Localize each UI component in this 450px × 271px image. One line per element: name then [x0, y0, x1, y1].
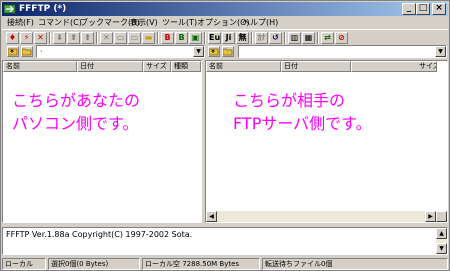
refresh-both-icon[interactable]: B [161, 32, 174, 44]
column-size[interactable]: サイズ [351, 61, 437, 72]
scroll-down-icon[interactable]: ▼ [436, 243, 447, 254]
refresh-local-icon[interactable]: B [175, 32, 188, 44]
scroll-up-icon[interactable]: ▲ [436, 228, 447, 239]
kana-icon[interactable]: ｶﾅ [255, 32, 268, 44]
remote-file-list[interactable]: 名前 日付 サイズ こちらが相手の FTPサーバ側です。 ◀ ▶ [205, 60, 448, 223]
local-path-combo[interactable]: · ▼ [36, 45, 205, 58]
scroll-right-icon[interactable]: ▶ [425, 211, 436, 222]
log-text: FFFTP Ver.1.88a Copyright(C) 1997-2002 S… [6, 230, 193, 239]
app-icon [4, 4, 16, 14]
remote-folder-up-icon[interactable] [208, 46, 220, 57]
rename-icon[interactable]: ▭ [114, 32, 127, 44]
euc-icon[interactable]: Eu [208, 32, 221, 44]
chevron-down-icon[interactable]: ▼ [435, 46, 446, 57]
download-icon[interactable]: ⬇ [53, 32, 66, 44]
no-convert-icon[interactable]: 無 [236, 32, 249, 44]
column-date[interactable]: 日付 [77, 61, 143, 72]
column-size[interactable]: サイズ [143, 61, 171, 72]
horizontal-scrollbar[interactable]: ◀ ▶ [206, 211, 447, 222]
sync-icon[interactable]: ⇄ [321, 32, 334, 44]
download-name-icon[interactable]: ⬆ [81, 32, 94, 44]
column-date[interactable]: 日付 [281, 61, 351, 72]
remote-note-line1: こちらが相手の [233, 91, 346, 110]
column-name[interactable]: 名前 [3, 61, 77, 72]
local-note-line2: パソコン側です。 [12, 114, 139, 133]
toolbar-separator [284, 32, 286, 44]
stop-icon[interactable]: ⊘ [335, 32, 348, 44]
menu-view[interactable]: 表示(V) [130, 17, 158, 28]
log-panel[interactable]: FFFTP Ver.1.88a Copyright(C) 1997-2002 S… [2, 227, 448, 255]
local-note-line1: こちらがあなたの [12, 91, 141, 110]
status-free-space: ローカル空 7288.50M Bytes [142, 258, 260, 270]
jis-icon[interactable]: Ji [222, 32, 235, 44]
local-file-list[interactable]: 名前 日付 サイズ 種類 こちらがあなたの パソコン側です。 [2, 60, 202, 223]
scroll-left-icon[interactable]: ◀ [206, 211, 217, 222]
menu-connect[interactable]: 接続(F) [7, 17, 34, 28]
scroll-corner [436, 211, 447, 222]
remote-note-line2: FTPサーバ側です。 [233, 114, 372, 133]
local-path-bar: · ▼ [2, 45, 207, 59]
toolbar-separator [204, 32, 206, 44]
upload-icon[interactable]: ⬆ [67, 32, 80, 44]
window-title: FFFTP (*) [19, 4, 67, 14]
connect-icon[interactable]: ♦ [6, 32, 19, 44]
status-bar: ローカル 選択0個(0 Bytes) ローカル空 7288.50M Bytes … [2, 258, 448, 270]
status-queue: 転送待ちファイル0個 [262, 258, 448, 270]
local-folder-open-icon[interactable] [21, 46, 33, 57]
rotate-icon[interactable]: ↺ [269, 32, 282, 44]
toolbar-separator [251, 32, 253, 44]
title-bar: FFFTP (*) _ □ × [2, 2, 448, 16]
local-folder-up-icon[interactable] [7, 46, 19, 57]
menu-help[interactable]: ヘルプ(H) [242, 17, 278, 28]
folder-up-icon[interactable]: ▬ [142, 32, 155, 44]
minimize-button[interactable]: _ [402, 3, 416, 15]
list-view-icon[interactable]: ▥ [288, 32, 301, 44]
remote-path-combo[interactable]: ▼ [238, 45, 447, 58]
toolbar: ♦ ⚡ ✕ ⬇ ⬆ ⬆ ✕ ▭ ▭ ▬ B B ▣ Eu Ji 無 ｶﾅ ↺ ▥… [2, 29, 448, 45]
delete-icon[interactable]: ✕ [100, 32, 113, 44]
column-name[interactable]: 名前 [206, 61, 281, 72]
menu-bar: 接続(F) コマンド(C) ブックマーク(B) 表示(V) ツール(T) オプシ… [2, 16, 448, 29]
refresh-remote-icon[interactable]: ▣ [189, 32, 202, 44]
app-window: FFFTP (*) _ □ × 接続(F) コマンド(C) ブックマーク(B) … [0, 0, 450, 271]
chevron-down-icon[interactable]: ▼ [193, 46, 204, 57]
toolbar-separator [157, 32, 159, 44]
status-selected: 選択0個(0 Bytes) [48, 258, 140, 270]
quick-connect-icon[interactable]: ⚡ [20, 32, 33, 44]
toolbar-separator [49, 32, 51, 44]
menu-command[interactable]: コマンド(C) [38, 17, 82, 28]
remote-folder-open-icon[interactable] [222, 46, 234, 57]
vertical-scrollbar[interactable]: ▲ ▼ [436, 228, 447, 254]
close-button[interactable]: × [432, 3, 446, 15]
column-type[interactable]: 種類 [171, 61, 201, 72]
toolbar-separator [96, 32, 98, 44]
remote-path-bar: ▼ [206, 45, 450, 59]
toolbar-separator [317, 32, 319, 44]
disconnect-icon[interactable]: ✕ [34, 32, 47, 44]
local-path-text: · [40, 47, 43, 56]
detail-view-icon[interactable]: ▦ [302, 32, 315, 44]
mkdir-icon[interactable]: ▭ [128, 32, 141, 44]
maximize-button[interactable]: □ [416, 3, 430, 15]
menu-tools[interactable]: ツール(T) [162, 17, 197, 28]
status-local: ローカル [2, 258, 46, 270]
